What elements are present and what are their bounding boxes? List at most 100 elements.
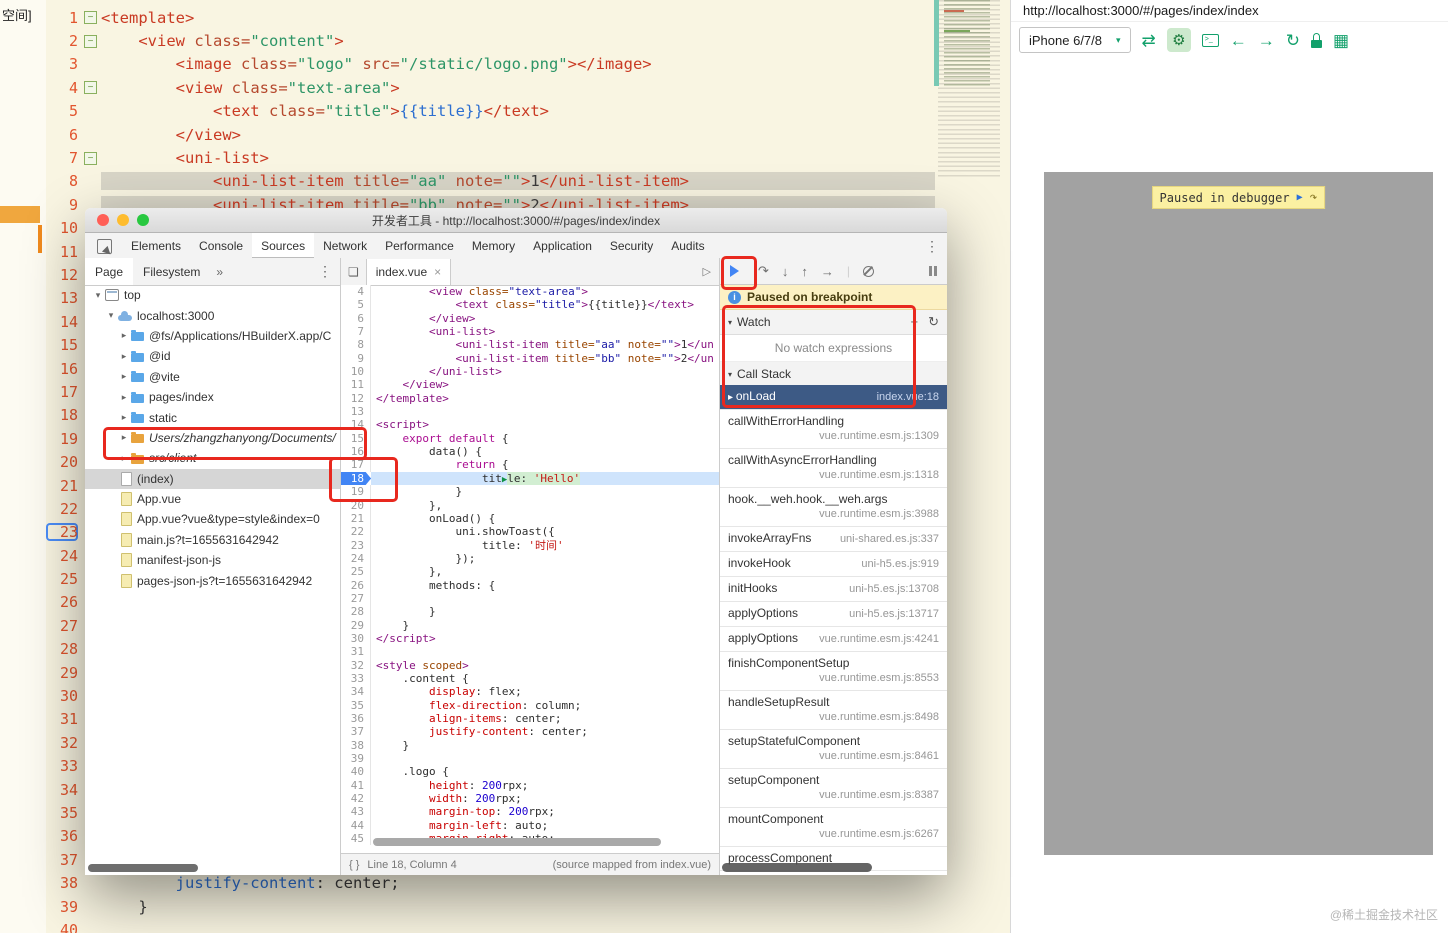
line-number[interactable]: 24 (341, 552, 371, 565)
step-into-icon[interactable]: ↓ (782, 264, 789, 279)
line-number[interactable]: 30 (341, 632, 371, 645)
hbx-line-number[interactable]: 29 (46, 664, 78, 682)
code-text[interactable]: </template> (371, 392, 719, 405)
line-number[interactable]: 5 (341, 298, 371, 311)
chevron-right-icon[interactable]: ▸ (119, 371, 129, 382)
rotate-device-icon[interactable]: ⇄ (1142, 32, 1156, 49)
line-number[interactable]: 6 (341, 312, 371, 325)
line-number[interactable]: 10 (341, 365, 371, 378)
inspect-element-icon[interactable] (97, 239, 112, 254)
line-number[interactable]: 31 (341, 645, 371, 658)
callstack-scrollbar[interactable] (722, 863, 872, 872)
chevron-right-icon[interactable]: ▸ (119, 330, 129, 341)
hbx-line-number[interactable]: 34 (46, 781, 78, 799)
devtools-tab-performance[interactable]: Performance (376, 233, 463, 259)
hbx-line-number[interactable]: 4 (46, 79, 78, 97)
line-number[interactable]: 37 (341, 725, 371, 738)
call-stack-frame[interactable]: hook.__weh.hook.__weh.argsvue.runtime.es… (720, 488, 947, 527)
line-number[interactable]: 23 (341, 539, 371, 552)
hbx-line-number[interactable]: 7 (46, 149, 78, 167)
call-stack-frame[interactable]: setupStatefulComponentvue.runtime.esm.js… (720, 730, 947, 769)
call-stack-frame[interactable]: setupComponentvue.runtime.esm.js:8387 (720, 769, 947, 808)
navigator-options-icon[interactable]: ⋮ (318, 263, 332, 280)
line-number[interactable]: 4 (341, 285, 371, 298)
code-text[interactable]: data() { (371, 445, 719, 458)
call-stack-frame[interactable]: applyOptionsuni-h5.es.js:13717 (720, 602, 947, 627)
hbx-line-number[interactable]: 23 (46, 523, 78, 541)
code-text[interactable]: methods: { (371, 579, 719, 592)
hbx-line-number[interactable]: 11 (46, 243, 78, 261)
device-select[interactable]: iPhone 6/7/8 ▾ (1019, 27, 1131, 53)
code-text[interactable]: </view> (371, 312, 719, 325)
devtools-tab-security[interactable]: Security (601, 233, 662, 259)
line-number[interactable]: 34 (341, 685, 371, 698)
watch-section-header[interactable]: ▾ Watch + ↻ (720, 310, 947, 335)
line-number[interactable]: 32 (341, 659, 371, 672)
line-number[interactable]: 33 (341, 672, 371, 685)
line-number[interactable]: 28 (341, 605, 371, 618)
breakpoint-line-number[interactable]: 18 (341, 472, 371, 485)
hbx-line-number[interactable]: 28 (46, 640, 78, 658)
line-number[interactable]: 13 (341, 405, 371, 418)
pretty-print-icon[interactable]: { } (349, 859, 359, 871)
line-number[interactable]: 29 (341, 619, 371, 632)
hbx-line-number[interactable]: 9 (46, 196, 78, 214)
line-number[interactable]: 20 (341, 499, 371, 512)
devtools-tab-console[interactable]: Console (190, 233, 252, 259)
navigator-horizontal-scrollbar[interactable] (88, 864, 198, 872)
hbx-line-number[interactable]: 13 (46, 289, 78, 307)
more-options-icon[interactable]: ⋮ (925, 238, 939, 255)
code-text[interactable]: } (371, 605, 719, 618)
devtools-tab-audits[interactable]: Audits (662, 233, 713, 259)
line-number[interactable]: 11 (341, 378, 371, 391)
fold-icon[interactable]: − (84, 81, 97, 94)
chevron-down-icon[interactable]: ▾ (106, 310, 116, 321)
line-number[interactable]: 35 (341, 699, 371, 712)
line-number[interactable]: 9 (341, 352, 371, 365)
tree-item-pages-json-js-t-1655631642942[interactable]: pages-json-js?t=1655631642942 (85, 570, 340, 590)
line-number[interactable]: 12 (341, 392, 371, 405)
tree-item-app-vue[interactable]: App.vue (85, 489, 340, 509)
code-text[interactable]: <uni-list> (371, 325, 719, 338)
line-number[interactable]: 22 (341, 525, 371, 538)
devtools-titlebar[interactable]: 开发者工具 - http://localhost:3000/#/pages/in… (85, 208, 947, 233)
fold-icon[interactable]: − (84, 152, 97, 165)
code-text[interactable]: export default { (371, 432, 719, 445)
code-text[interactable]: } (371, 739, 719, 752)
chevron-right-icon[interactable]: ▸ (119, 453, 129, 464)
grid-icon[interactable]: ▦ (1333, 32, 1349, 49)
call-stack-frame[interactable]: invokeArrayFnsuni-shared.es.js:337 (720, 527, 947, 552)
call-stack-frame[interactable]: callWithErrorHandlingvue.runtime.esm.js:… (720, 410, 947, 449)
hbx-line-number[interactable]: 18 (46, 406, 78, 424)
hbx-line-number[interactable]: 2 (46, 32, 78, 50)
hbx-line-number[interactable]: 15 (46, 336, 78, 354)
hbx-line-number[interactable]: 37 (46, 851, 78, 869)
code-text[interactable]: .content { (371, 672, 719, 685)
chevron-right-icon[interactable]: ▸ (119, 351, 129, 362)
source-code-area[interactable]: 4 <view class="text-area">5 <text class=… (341, 285, 719, 853)
devtools-tab-sources[interactable]: Sources (252, 233, 314, 259)
hbx-line-number[interactable]: 36 (46, 827, 78, 845)
url-bar[interactable]: http://localhost:3000/#/pages/index/inde… (1011, 0, 1448, 22)
devtools-tab-elements[interactable]: Elements (122, 233, 190, 259)
line-number[interactable]: 14 (341, 418, 371, 431)
line-number[interactable]: 36 (341, 712, 371, 725)
callstack-section-header[interactable]: ▾ Call Stack (720, 362, 947, 387)
code-text[interactable]: align-items: center; (371, 712, 719, 725)
code-text[interactable]: onLoad() { (371, 512, 719, 525)
hbx-line-number[interactable]: 1 (46, 9, 78, 27)
line-number[interactable]: 16 (341, 445, 371, 458)
tree-item-localhost-3000[interactable]: ▾localhost:3000 (85, 305, 340, 325)
code-text[interactable]: </script> (371, 632, 719, 645)
code-text[interactable]: </view> (371, 378, 719, 391)
forward-icon[interactable]: → (1258, 32, 1275, 49)
hbx-line-number[interactable]: 38 (46, 874, 78, 892)
hbx-line-number[interactable]: 32 (46, 734, 78, 752)
more-tabs-chevron[interactable]: » (210, 265, 229, 279)
call-stack-frame[interactable]: handleSetupResultvue.runtime.esm.js:8498 (720, 691, 947, 730)
code-text[interactable]: <script> (371, 418, 719, 431)
code-text[interactable]: } (371, 485, 719, 498)
hbx-line-number[interactable]: 25 (46, 570, 78, 588)
tab-filesystem[interactable]: Filesystem (133, 258, 210, 285)
call-stack-frame[interactable]: mountComponentvue.runtime.esm.js:6267 (720, 808, 947, 847)
